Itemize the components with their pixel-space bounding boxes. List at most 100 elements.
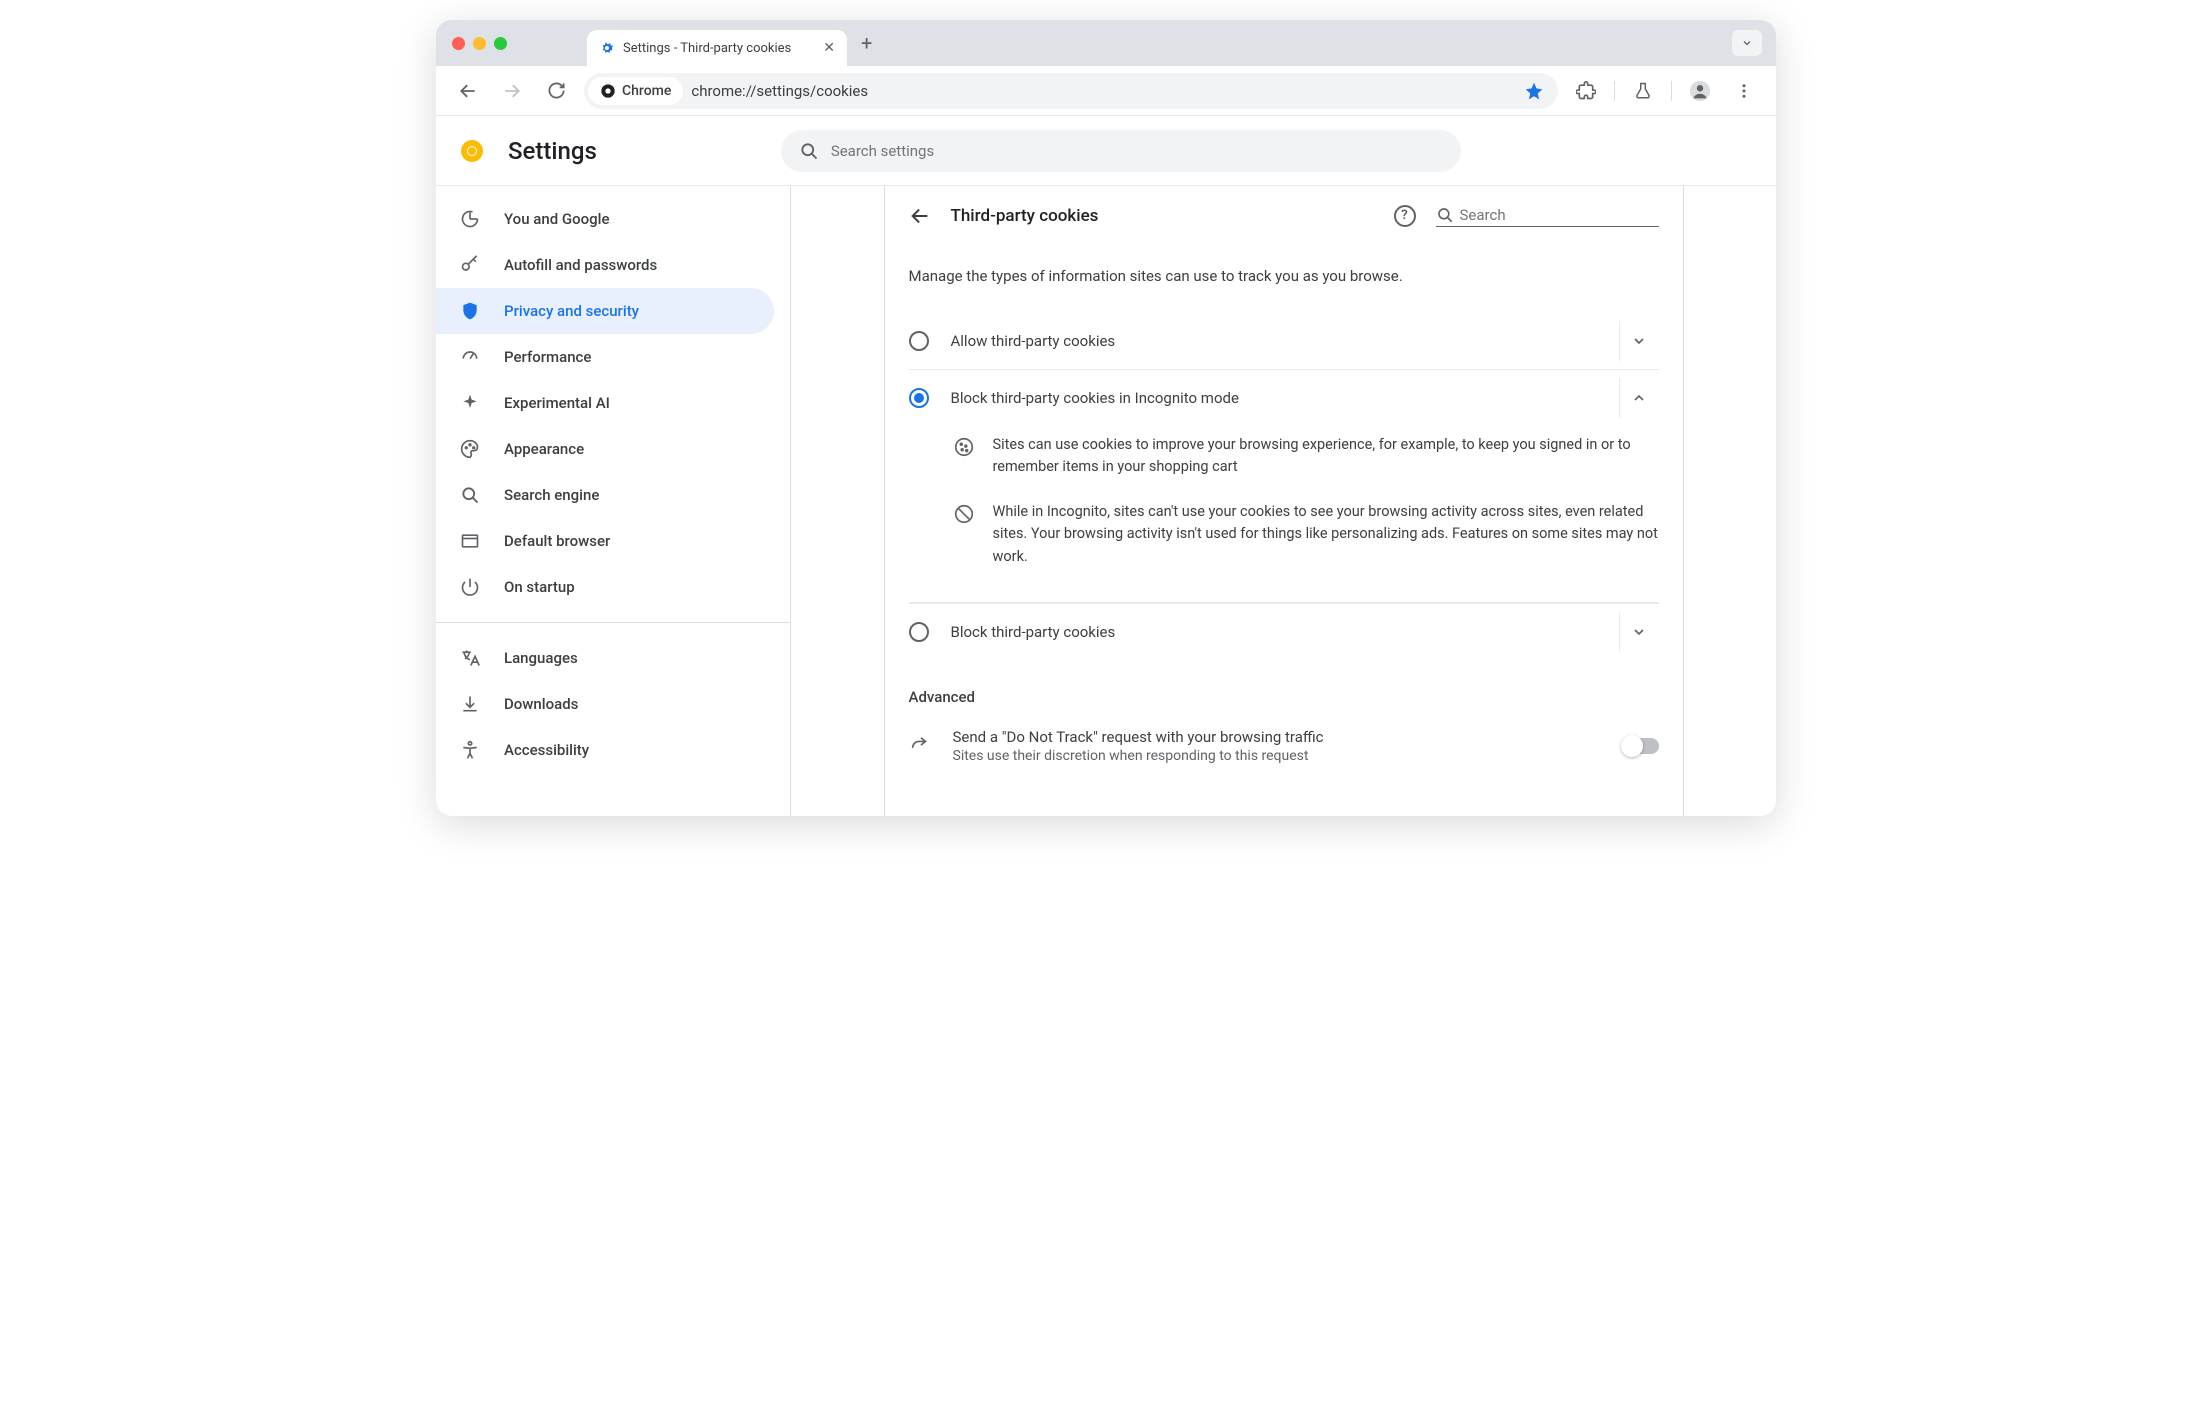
- sidebar-item-label: Appearance: [504, 440, 584, 458]
- search-settings-input[interactable]: [831, 142, 1443, 160]
- content-area: Third-party cookies ? Manage the types o…: [791, 186, 1776, 816]
- sidebar-item-appearance[interactable]: Appearance: [436, 426, 774, 472]
- traffic-lights: [452, 37, 507, 50]
- sidebar-item-label: On startup: [504, 578, 575, 596]
- labs-button[interactable]: [1627, 75, 1659, 107]
- sidebar-item-languages[interactable]: Languages: [436, 635, 774, 681]
- sidebar: You and Google Autofill and passwords Pr…: [436, 186, 791, 816]
- translate-icon: [460, 648, 480, 668]
- info-text: Sites can use cookies to improve your br…: [993, 434, 1659, 479]
- sidebar-item-on-startup[interactable]: On startup: [436, 564, 774, 610]
- search-icon: [799, 141, 819, 161]
- block-icon: [953, 503, 975, 525]
- bookmark-star-icon[interactable]: [1524, 81, 1544, 101]
- search-icon: [1436, 206, 1454, 224]
- settings-title: Settings: [508, 137, 597, 165]
- sidebar-item-privacy[interactable]: Privacy and security: [436, 288, 774, 334]
- panel-search-field[interactable]: [1436, 204, 1659, 227]
- divider: [436, 622, 790, 623]
- search-settings-field[interactable]: [781, 130, 1461, 172]
- download-icon: [460, 694, 480, 714]
- forward-arrow-icon: [909, 735, 931, 757]
- palette-icon: [460, 439, 480, 459]
- omnibox[interactable]: Chrome chrome://settings/cookies: [584, 73, 1558, 109]
- sidebar-item-downloads[interactable]: Downloads: [436, 681, 774, 727]
- setting-text: Send a "Do Not Track" request with your …: [953, 728, 1601, 764]
- expand-button[interactable]: [1619, 612, 1659, 652]
- radio-button[interactable]: [909, 622, 929, 642]
- browser-tab[interactable]: Settings - Third-party cookies ✕: [587, 30, 847, 66]
- tab-title: Settings - Third-party cookies: [623, 41, 815, 56]
- sidebar-item-default-browser[interactable]: Default browser: [436, 518, 774, 564]
- sidebar-item-performance[interactable]: Performance: [436, 334, 774, 380]
- sidebar-item-label: Accessibility: [504, 741, 589, 759]
- tab-overflow-button[interactable]: [1732, 30, 1762, 56]
- option-block-incognito[interactable]: Block third-party cookies in Incognito m…: [909, 369, 1659, 426]
- sidebar-item-autofill[interactable]: Autofill and passwords: [436, 242, 774, 288]
- new-tab-button[interactable]: +: [861, 31, 872, 55]
- forward-button[interactable]: [496, 75, 528, 107]
- titlebar: Settings - Third-party cookies ✕ +: [436, 20, 1776, 66]
- search-icon: [460, 485, 480, 505]
- panel-header: Third-party cookies ?: [909, 204, 1659, 227]
- radio-button[interactable]: [909, 331, 929, 351]
- maximize-window-button[interactable]: [494, 37, 507, 50]
- speedometer-icon: [460, 347, 480, 367]
- sidebar-item-label: Default browser: [504, 532, 610, 550]
- sidebar-item-label: Search engine: [504, 486, 599, 504]
- info-row: While in Incognito, sites can't use your…: [953, 493, 1659, 582]
- sidebar-item-experimental-ai[interactable]: Experimental AI: [436, 380, 774, 426]
- toolbar: Chrome chrome://settings/cookies: [436, 66, 1776, 116]
- advanced-label: Advanced: [909, 688, 1659, 706]
- setting-subtitle: Sites use their discretion when respondi…: [953, 748, 1601, 764]
- help-button[interactable]: ?: [1394, 205, 1416, 227]
- browser-window: Settings - Third-party cookies ✕ + Chrom…: [436, 20, 1776, 816]
- do-not-track-toggle[interactable]: [1623, 738, 1659, 754]
- menu-button[interactable]: [1728, 75, 1760, 107]
- info-text: While in Incognito, sites can't use your…: [993, 501, 1659, 568]
- option-block-third-party[interactable]: Block third-party cookies: [909, 603, 1659, 660]
- close-window-button[interactable]: [452, 37, 465, 50]
- setting-title: Send a "Do Not Track" request with your …: [953, 728, 1601, 746]
- sidebar-item-label: You and Google: [504, 210, 609, 228]
- chrome-icon: [600, 83, 616, 99]
- chrome-logo-icon: [460, 139, 484, 163]
- radio-button[interactable]: [909, 388, 929, 408]
- panel-title: Third-party cookies: [951, 206, 1099, 226]
- info-row: Sites can use cookies to improve your br…: [953, 426, 1659, 493]
- settings-panel: Third-party cookies ? Manage the types o…: [884, 186, 1684, 816]
- divider: [1614, 81, 1615, 101]
- collapse-button[interactable]: [1619, 378, 1659, 418]
- panel-search-input[interactable]: [1460, 206, 1659, 224]
- shield-icon: [460, 301, 480, 321]
- chevron-down-icon: [1631, 624, 1647, 640]
- cookie-icon: [953, 436, 975, 458]
- sidebar-item-search-engine[interactable]: Search engine: [436, 472, 774, 518]
- panel-back-button[interactable]: [909, 205, 931, 227]
- sidebar-item-you-and-google[interactable]: You and Google: [436, 196, 774, 242]
- panel-description: Manage the types of information sites ca…: [909, 267, 1659, 285]
- sidebar-item-label: Autofill and passwords: [504, 256, 657, 274]
- sidebar-item-label: Languages: [504, 649, 578, 667]
- minimize-window-button[interactable]: [473, 37, 486, 50]
- option-label: Block third-party cookies: [951, 623, 1597, 641]
- extensions-button[interactable]: [1570, 75, 1602, 107]
- profile-button[interactable]: [1684, 75, 1716, 107]
- close-tab-button[interactable]: ✕: [823, 41, 835, 55]
- sidebar-item-label: Privacy and security: [504, 302, 639, 320]
- settings-header: Settings: [436, 116, 1776, 186]
- option-details: Sites can use cookies to improve your br…: [909, 426, 1659, 603]
- back-button[interactable]: [452, 75, 484, 107]
- key-icon: [460, 255, 480, 275]
- do-not-track-row[interactable]: Send a "Do Not Track" request with your …: [909, 712, 1659, 780]
- settings-body: You and Google Autofill and passwords Pr…: [436, 186, 1776, 816]
- sidebar-item-label: Experimental AI: [504, 394, 610, 412]
- sidebar-item-accessibility[interactable]: Accessibility: [436, 727, 774, 773]
- reload-button[interactable]: [540, 75, 572, 107]
- omnibox-url: chrome://settings/cookies: [691, 82, 868, 100]
- option-label: Block third-party cookies in Incognito m…: [951, 389, 1597, 407]
- site-chip[interactable]: Chrome: [588, 77, 683, 105]
- option-allow-third-party[interactable]: Allow third-party cookies: [909, 313, 1659, 369]
- browser-icon: [460, 531, 480, 551]
- expand-button[interactable]: [1619, 321, 1659, 361]
